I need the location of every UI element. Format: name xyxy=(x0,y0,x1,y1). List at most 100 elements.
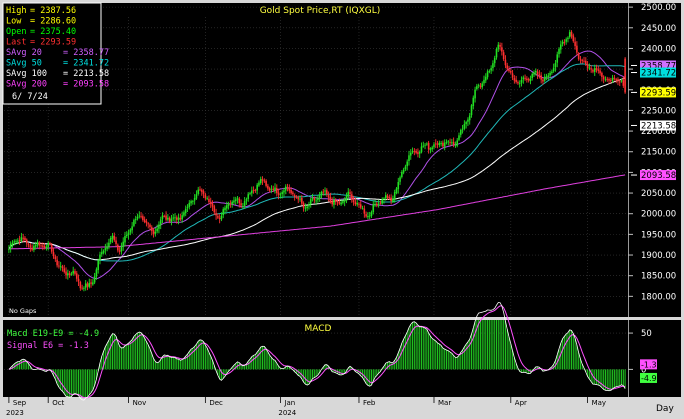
price-tag-label: 2293.59 xyxy=(641,89,676,99)
candle-body xyxy=(34,245,37,247)
candle-body xyxy=(213,206,216,213)
candle-body xyxy=(209,201,212,205)
candle-body xyxy=(59,266,62,268)
candle-body xyxy=(83,287,85,289)
candle-body xyxy=(443,142,446,147)
x-tick-label: Mar xyxy=(438,399,451,407)
info-label: SAvg 100 xyxy=(6,69,47,79)
candle-body xyxy=(61,266,64,269)
candle-body xyxy=(540,75,542,80)
candle-body xyxy=(47,242,49,248)
candle-body xyxy=(338,202,341,204)
candle-body xyxy=(304,207,307,209)
info-label: SAvg 50 xyxy=(6,59,42,69)
candle-body xyxy=(327,194,330,198)
candle-body xyxy=(25,239,28,244)
macd-title: MACD xyxy=(305,324,332,334)
candle-body xyxy=(315,200,317,202)
candle-body xyxy=(281,192,283,194)
candle-body xyxy=(220,216,223,220)
candle-body xyxy=(286,186,289,188)
candle-body xyxy=(43,245,46,248)
candle-body xyxy=(320,191,323,195)
candle-body xyxy=(242,206,244,207)
info-date: 6/ 7/24 xyxy=(12,92,48,102)
x-tick-label: Apr xyxy=(515,399,527,407)
candle-body xyxy=(143,219,146,222)
candle-body xyxy=(252,189,255,191)
candle-body xyxy=(70,273,73,275)
info-value: = 2387.56 xyxy=(30,6,76,16)
candle-body xyxy=(174,217,176,219)
candle-body xyxy=(154,231,157,234)
candle-body xyxy=(542,79,544,82)
y-tick-label: 2450.00 xyxy=(641,24,676,34)
candle-body xyxy=(65,271,67,276)
candle-body xyxy=(351,194,353,200)
candle-body xyxy=(95,269,98,277)
candle-body xyxy=(125,234,128,237)
x-tick-label: Oct xyxy=(52,399,64,407)
info-label: High xyxy=(6,6,26,16)
candle-body xyxy=(595,67,598,70)
candle-body xyxy=(501,47,503,52)
candle-body xyxy=(392,199,394,202)
x-year-label: 2023 xyxy=(6,409,24,417)
candle-body xyxy=(492,63,494,69)
candle-body xyxy=(75,273,78,279)
candle-body xyxy=(190,201,192,204)
candle-body xyxy=(161,215,164,219)
candle-body xyxy=(363,208,366,214)
candle-body xyxy=(49,243,51,245)
candle-body xyxy=(115,240,117,244)
candle-body xyxy=(102,250,105,253)
candle-body xyxy=(217,216,219,218)
candle-body xyxy=(270,189,273,191)
price-tag-label: 2341.72 xyxy=(641,69,676,79)
candle-body xyxy=(311,198,314,199)
candle-body xyxy=(309,199,312,205)
candle-body xyxy=(536,71,539,75)
candle-body xyxy=(431,147,434,150)
candle-body xyxy=(52,252,55,257)
candle-body xyxy=(354,202,357,205)
candle-body xyxy=(93,276,96,283)
y-tick-label: 1800.00 xyxy=(641,292,676,302)
candle-body xyxy=(495,49,498,58)
no-gaps-label: No Gaps xyxy=(9,307,37,315)
candle-body xyxy=(211,203,214,207)
info-label: SAvg 200 xyxy=(6,80,47,90)
candle-body xyxy=(554,63,557,68)
candle-body xyxy=(140,216,142,218)
candle-body xyxy=(372,204,375,213)
candle-body xyxy=(104,248,107,251)
candle-body xyxy=(549,72,551,76)
candle-body xyxy=(481,83,484,88)
candle-body xyxy=(529,78,532,82)
candle-body xyxy=(585,60,587,65)
candle-body xyxy=(506,65,509,69)
candle-body xyxy=(610,80,612,81)
x-tick-label: Sep xyxy=(13,399,27,407)
y-tick-label: 1900.00 xyxy=(641,251,676,261)
candle-body xyxy=(561,41,564,45)
candle-body xyxy=(272,188,275,190)
candle-body xyxy=(111,235,114,239)
candle-body xyxy=(358,203,360,205)
candle-body xyxy=(472,97,475,106)
candle-body xyxy=(118,250,121,252)
candle-body xyxy=(13,241,16,243)
chart-title: Gold Spot Price,RT (IQXGL) xyxy=(260,6,381,16)
candle-body xyxy=(468,115,471,121)
x-tick-label: Nov xyxy=(133,399,147,407)
candle-body xyxy=(36,242,39,246)
candle-body xyxy=(560,44,562,50)
macd-legend: Macd E19-E9 = -4.9 xyxy=(7,329,99,339)
candle-body xyxy=(486,71,489,78)
candle-body xyxy=(334,199,337,202)
candle-body xyxy=(365,214,367,217)
candle-body xyxy=(568,32,571,37)
candle-body xyxy=(381,199,383,204)
candle-body xyxy=(547,75,550,78)
candle-body xyxy=(465,122,467,125)
